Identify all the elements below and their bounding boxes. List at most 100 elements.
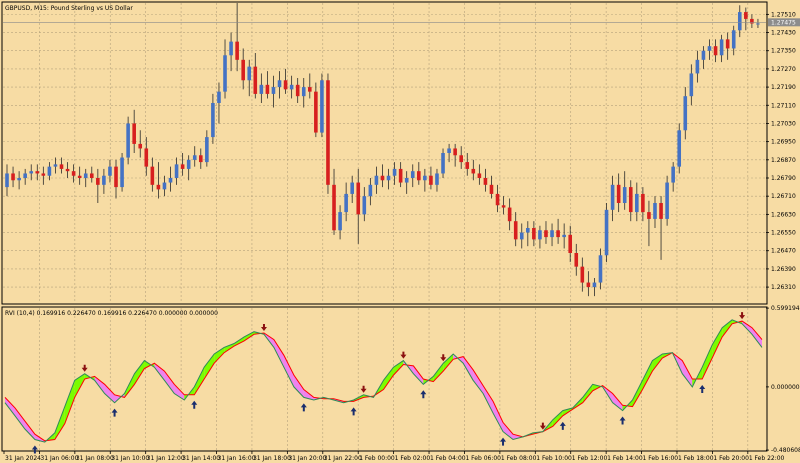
candle-body-bull [441, 153, 445, 174]
candle-body-bull [211, 103, 215, 138]
candle-body-bull [671, 166, 675, 183]
candle-body-bull [635, 193, 639, 213]
time-tick-label: 31 Jan 20:00 [288, 455, 326, 462]
time-tick-label: 1 Feb 12:00 [572, 455, 608, 462]
candle-body-bear [495, 193, 500, 206]
candle-body-bull [695, 59, 700, 74]
time-tick-label: 1 Feb 00:00 [359, 455, 395, 462]
candle-body-bear [489, 184, 494, 194]
price-tick-label: 1.26630 [771, 211, 796, 218]
candle-body-bear [501, 205, 506, 208]
candle-body-bull [677, 130, 682, 167]
price-tick-label: 1.26790 [771, 175, 796, 182]
candle-body-bull [83, 173, 88, 178]
candle-body-bear [241, 59, 245, 81]
candle-body-bull [707, 46, 712, 51]
candle-body-bull [447, 148, 451, 153]
candle [677, 123, 682, 174]
candle-body-bull [53, 164, 58, 167]
time-tick-label: 31 Jan 18:00 [253, 455, 291, 462]
candle-body-bull [301, 87, 306, 97]
candle-body-bear [647, 212, 651, 219]
candle-body-bear [150, 166, 155, 185]
candle-body-bear [332, 184, 336, 231]
candle-body-bull [653, 203, 657, 219]
candle-body-bear [41, 173, 46, 176]
candle [320, 73, 324, 138]
price-tick-label: 1.27270 [771, 66, 796, 73]
candle-body-bull [386, 175, 391, 181]
candle-body-bull [665, 182, 669, 219]
candle-body-bull [598, 255, 603, 283]
candle-body-bull [162, 182, 167, 190]
price-tick-label: 1.26470 [771, 248, 796, 255]
candle-body-bull [29, 171, 34, 174]
candle-body-bear [283, 80, 288, 90]
candle-body-bull [368, 184, 373, 197]
time-tick-label: 1 Feb 04:00 [430, 455, 466, 462]
candle [126, 116, 130, 165]
candle-body-bear [568, 234, 573, 253]
candle-body-bear [744, 12, 748, 19]
candle-body-bull [174, 164, 179, 178]
candle-body-bull [120, 157, 124, 188]
candle-body-bear [459, 155, 463, 163]
candle-body-bear [628, 187, 633, 213]
candle [665, 175, 669, 226]
candle-body-bull [731, 30, 736, 49]
candle-body-bull [683, 96, 688, 131]
candle-body-bear [471, 168, 476, 174]
time-tick-label: 1 Feb 06:00 [465, 455, 501, 462]
price-tick-label: 1.27510 [771, 11, 796, 18]
candle-body-bear [308, 87, 312, 92]
candle-body-bull [17, 178, 21, 181]
price-tick-label: 1.26710 [771, 193, 796, 200]
candle-body-bull [205, 137, 209, 163]
candle-body-bull [374, 175, 379, 185]
candle-body-bull [604, 209, 609, 256]
candle-body-bear [750, 18, 754, 24]
candle-body-bull [108, 166, 112, 176]
candle-body-bear [556, 230, 560, 238]
candle-body-bear [11, 173, 15, 181]
price-tick-label: 1.27190 [771, 84, 796, 91]
candle-body-bear [65, 168, 70, 172]
time-tick-label: 31 Jan 22:00 [324, 455, 362, 462]
candle-body-bear [180, 164, 185, 169]
candle-body-bear [616, 184, 621, 203]
candle-body-bear [417, 171, 421, 181]
candle-body-bull [719, 39, 724, 56]
candle-body-bull [592, 282, 597, 288]
candle-body-bull [610, 184, 615, 210]
indicator-title: RVI (10,4) 0.169916 0.226470 0.169916 0.… [5, 310, 218, 317]
time-tick-label: 31 Jan 12:00 [147, 455, 185, 462]
candle-body-bear [114, 166, 118, 188]
candle [604, 203, 609, 263]
candle-body-bear [156, 184, 161, 190]
price-tick-label: 1.26870 [771, 157, 796, 164]
price-tick-label: 1.26550 [771, 230, 796, 237]
candle-body-bull [435, 173, 439, 185]
time-tick-label: 31 Jan 16:00 [218, 455, 256, 462]
candle-body-bear [453, 148, 457, 156]
price-tick-label: 1.27110 [771, 102, 796, 109]
time-tick-label: 31 Jan 10:00 [111, 455, 149, 462]
candle-body-bull [526, 228, 530, 233]
candle-body-bear [71, 171, 76, 176]
candle-body-bull [168, 178, 173, 183]
chart-window: GBPUSD, M15: Pound Sterling vs US Dollar… [0, 0, 800, 463]
time-tick-label: 31 Jan 06:00 [40, 455, 78, 462]
candle-body-bull [192, 155, 197, 160]
candle-body-bull [423, 175, 427, 181]
time-tick-label: 31 Jan 2024 [5, 455, 41, 462]
candle-body-bull [186, 159, 191, 169]
candle-body-bull [350, 182, 354, 194]
candle-body-bear [725, 39, 730, 49]
candle-body-bear [314, 91, 318, 133]
candle-body-bear [138, 143, 143, 149]
candle-body-bear [574, 253, 579, 267]
candle-body-bear [507, 207, 512, 222]
candle-body-bear [326, 80, 330, 185]
time-tick-label: 1 Feb 20:00 [713, 455, 749, 462]
candle-body-bull [404, 178, 409, 183]
